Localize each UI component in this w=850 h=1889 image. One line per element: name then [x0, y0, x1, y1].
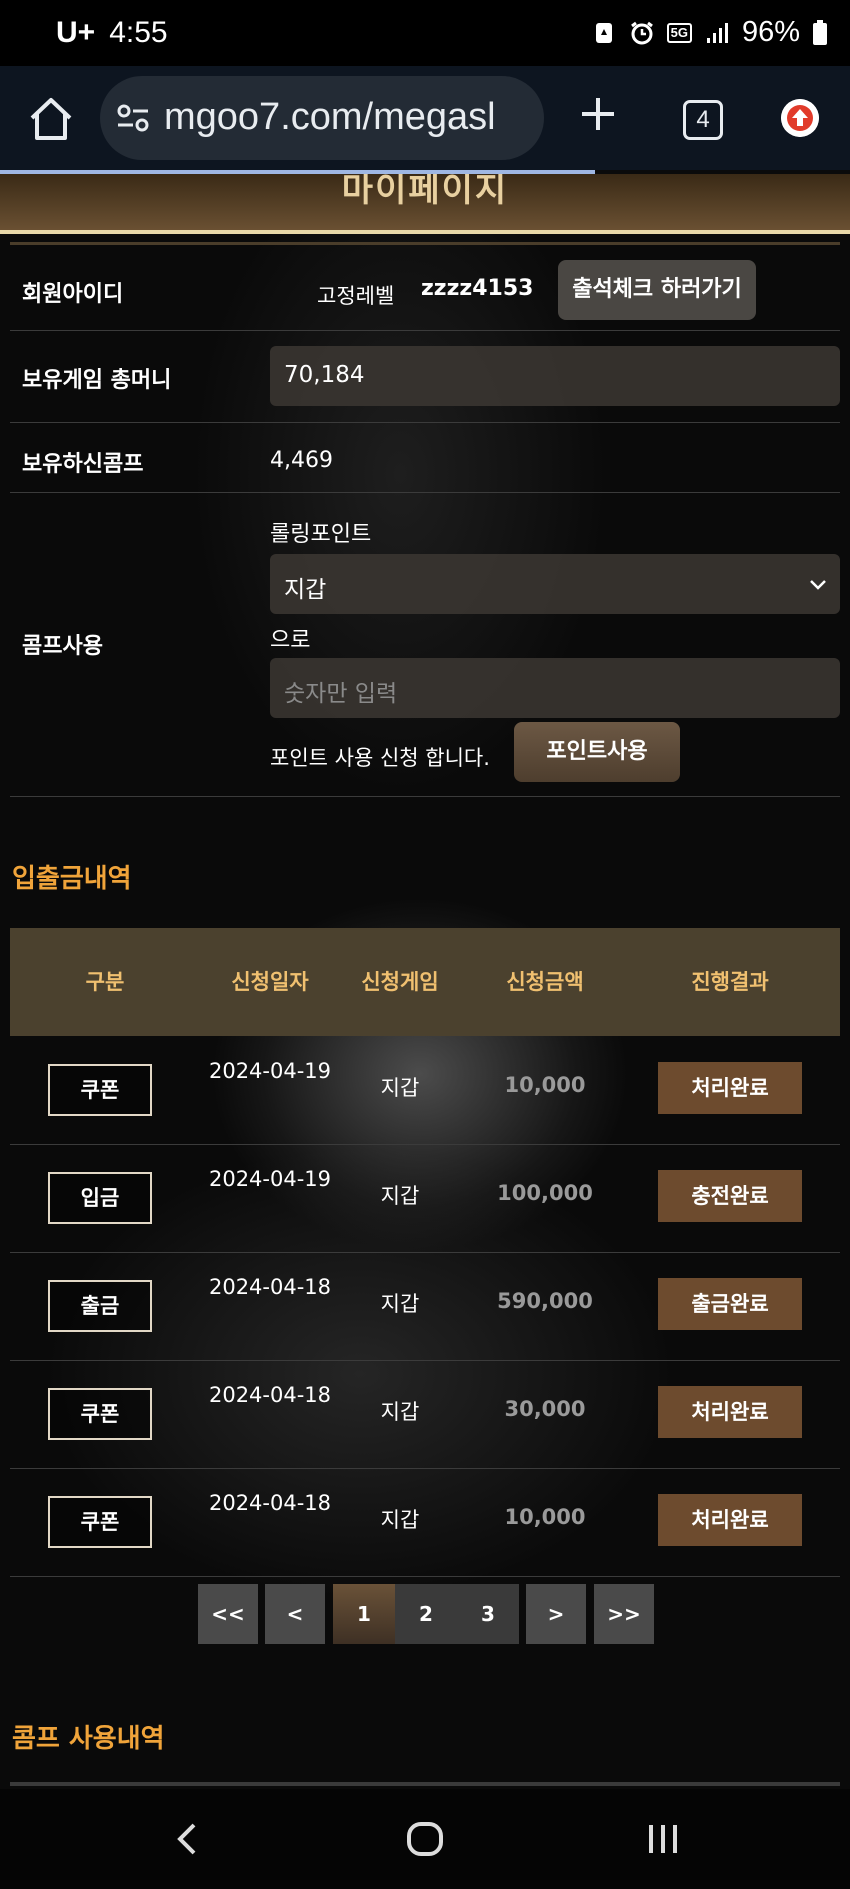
status-badge: 충전완료	[658, 1170, 802, 1222]
type-badge: 출금	[48, 1280, 152, 1332]
comp-history-section-title: 콤프 사용내역	[12, 1724, 165, 1754]
table-row: 쿠폰 2024-04-18 지갑 30,000 처리완료	[10, 1360, 840, 1469]
rolling-point-label: 롤링포인트	[270, 522, 372, 547]
game-money-field: 70,184	[270, 346, 840, 406]
request-game: 지갑	[380, 1292, 420, 1316]
url-text[interactable]: mgoo7.com/megasl	[164, 96, 496, 139]
point-amount-input[interactable]: 숫자만 입력	[270, 658, 840, 718]
page-content: 마이페이지 회원아이디 고정레벨 zzzz4153 출석체크 하러가기 보유게임…	[0, 174, 850, 1789]
tab-switcher-button[interactable]: 4	[683, 100, 723, 140]
to-label: 으로	[270, 628, 311, 653]
page-banner: 마이페이지	[0, 174, 850, 234]
next-page-button[interactable]: >	[526, 1584, 586, 1644]
request-amount: 30,000	[504, 1397, 586, 1421]
status-right: 5G 96%	[591, 16, 828, 49]
alarm-icon	[630, 21, 653, 44]
history-section-title: 입출금내역	[12, 864, 132, 894]
prev-page-button[interactable]: <	[265, 1584, 325, 1644]
status-left: U+ 4:55	[56, 16, 168, 50]
history-table-header: 구분 신청일자 신청게임 신청금액 진행결과	[10, 928, 840, 1036]
update-icon[interactable]	[781, 99, 819, 137]
clock: 4:55	[109, 16, 168, 49]
user-id-value: zzzz4153	[421, 276, 534, 301]
first-page-button[interactable]: <<	[198, 1584, 258, 1644]
browser-toolbar: mgoo7.com/megasl 4	[0, 66, 850, 170]
network-icon: 5G	[666, 22, 692, 43]
status-badge: 출금완료	[658, 1278, 802, 1330]
divider	[10, 1782, 840, 1786]
request-amount: 10,000	[504, 1073, 586, 1097]
page-title: 마이페이지	[341, 174, 509, 210]
header-game: 신청게임	[361, 970, 439, 994]
comp-balance-label: 보유하신콤프	[22, 452, 144, 477]
type-badge: 쿠폰	[48, 1388, 152, 1440]
game-money-row: 보유게임 총머니 70,184	[10, 330, 840, 423]
address-bar[interactable]: mgoo7.com/megasl	[100, 76, 544, 160]
level-label: 고정레벨	[317, 284, 395, 308]
chevron-down-icon	[810, 580, 826, 590]
game-money-label: 보유게임 총머니	[22, 368, 172, 393]
table-row: 쿠폰 2024-04-18 지갑 10,000 처리완료	[10, 1468, 840, 1577]
point-amount-placeholder: 숫자만 입력	[284, 681, 398, 707]
table-row: 입금 2024-04-19 지갑 100,000 충전완료	[10, 1144, 840, 1253]
header-date: 신청일자	[231, 970, 309, 994]
wallet-select-value: 지갑	[284, 577, 327, 603]
wallet-select[interactable]: 지갑	[270, 554, 840, 614]
member-id-row: 회원아이디 고정레벨 zzzz4153 출석체크 하러가기	[10, 246, 840, 331]
request-game: 지갑	[380, 1400, 420, 1424]
home-icon[interactable]	[26, 94, 76, 144]
status-badge: 처리완료	[658, 1062, 802, 1114]
request-amount: 100,000	[497, 1181, 593, 1205]
type-badge: 쿠폰	[48, 1496, 152, 1548]
game-money-value: 70,184	[284, 362, 365, 388]
battery-text: 96%	[741, 16, 800, 48]
status-badge: 처리완료	[658, 1386, 802, 1438]
status-bar: U+ 4:55 5G 96%	[0, 0, 850, 66]
shield-notification-icon	[595, 22, 612, 43]
table-row: 출금 2024-04-18 지갑 590,000 출금완료	[10, 1252, 840, 1361]
comp-use-label: 콤프사용	[22, 634, 103, 659]
comp-balance-row: 보유하신콤프 4,469	[10, 422, 840, 493]
header-type: 구분	[85, 970, 125, 994]
table-row: 쿠폰 2024-04-19 지갑 10,000 처리완료	[10, 1036, 840, 1145]
home-nav-icon[interactable]	[406, 1821, 444, 1857]
attendance-check-button[interactable]: 출석체크 하러가기	[558, 260, 756, 320]
header-status: 진행결과	[691, 970, 769, 994]
request-date: 2024-04-19	[208, 1059, 332, 1083]
comp-use-row: 콤프사용 롤링포인트 지갑 으로 숫자만 입력 포인트 사용 신청 합니다. 포…	[10, 492, 840, 797]
status-badge: 처리완료	[658, 1494, 802, 1546]
system-nav-bar	[0, 1789, 850, 1889]
page-button-1[interactable]: 1	[333, 1584, 395, 1644]
recent-apps-icon[interactable]	[646, 1821, 680, 1857]
request-date: 2024-04-18	[208, 1491, 332, 1515]
request-amount: 10,000	[504, 1505, 586, 1529]
battery-icon	[813, 19, 827, 45]
page-button-2[interactable]: 2	[395, 1584, 457, 1644]
back-icon[interactable]	[172, 1821, 202, 1857]
apply-description: 포인트 사용 신청 합니다.	[270, 746, 490, 770]
last-page-button[interactable]: >>	[594, 1584, 654, 1644]
member-id-label: 회원아이디	[22, 282, 124, 307]
new-tab-icon[interactable]	[578, 94, 618, 134]
divider	[10, 242, 840, 245]
comp-balance-value: 4,469	[270, 448, 333, 473]
signal-icon	[706, 22, 728, 43]
type-badge: 쿠폰	[48, 1064, 152, 1116]
request-game: 지갑	[380, 1184, 420, 1208]
request-date: 2024-04-18	[208, 1383, 332, 1407]
request-amount: 590,000	[497, 1289, 593, 1313]
carrier-label: U+	[56, 16, 96, 49]
request-date: 2024-04-19	[208, 1167, 332, 1191]
request-game: 지갑	[380, 1508, 420, 1532]
site-settings-icon[interactable]	[116, 102, 150, 134]
request-game: 지갑	[380, 1076, 420, 1100]
type-badge: 입금	[48, 1172, 152, 1224]
page-button-3[interactable]: 3	[457, 1584, 519, 1644]
use-point-button[interactable]: 포인트사용	[514, 722, 680, 782]
header-amount: 신청금액	[506, 970, 584, 994]
request-date: 2024-04-18	[208, 1275, 332, 1299]
